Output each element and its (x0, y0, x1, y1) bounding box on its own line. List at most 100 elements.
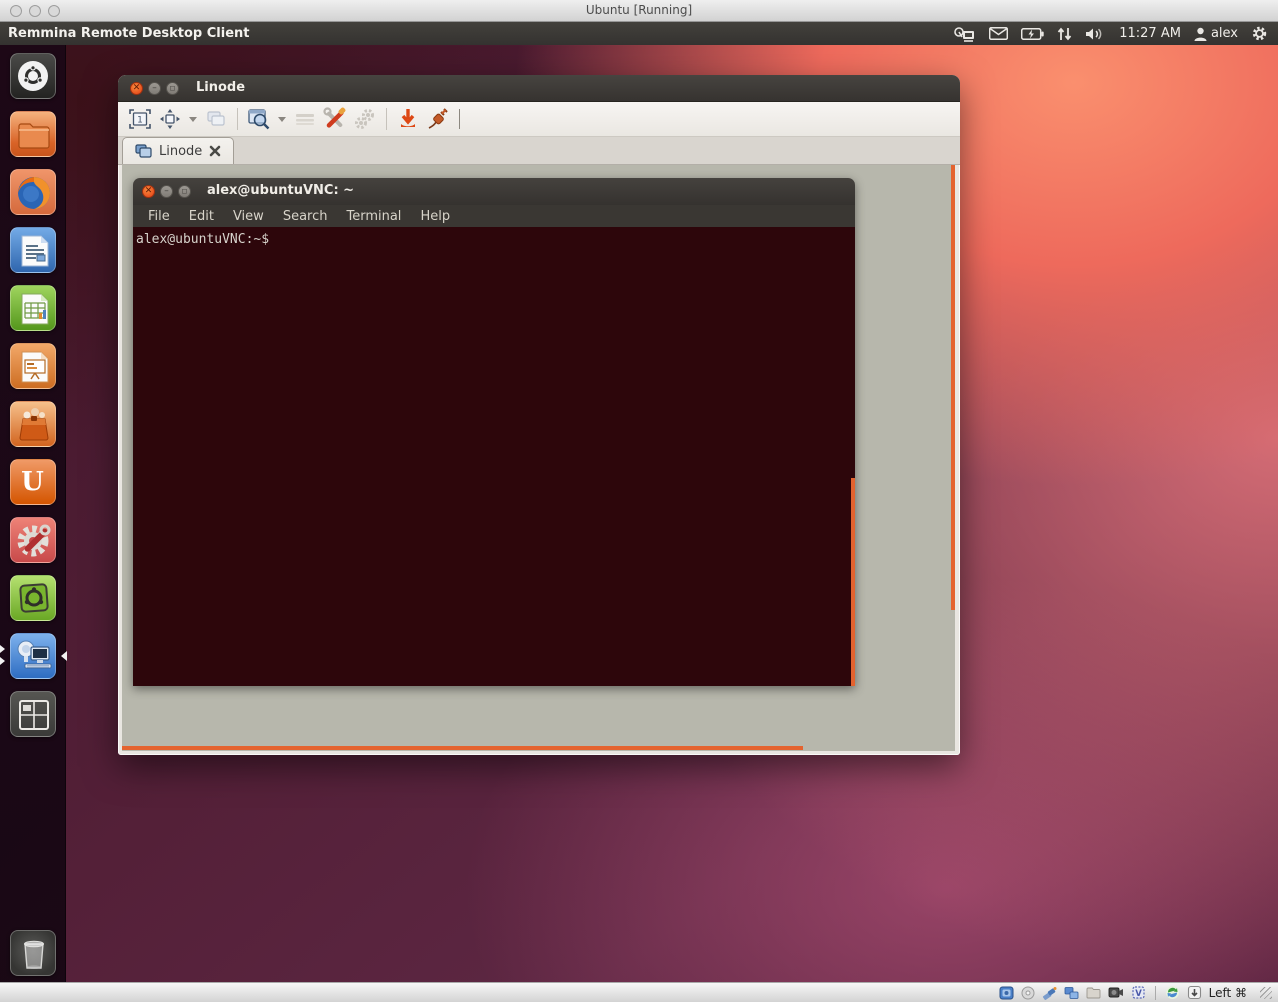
remmina-icon (11, 634, 57, 680)
tab-linode[interactable]: Linode (122, 137, 234, 164)
vbox-statusbar: V Left ⌘ (0, 982, 1278, 1002)
volume-indicator-icon[interactable] (1085, 27, 1106, 41)
terminal-overlay-scrollbar[interactable] (851, 478, 855, 686)
menu-search[interactable]: Search (274, 209, 337, 224)
statusbar-separator (1155, 986, 1156, 1000)
mouse-integration-icon[interactable] (1165, 985, 1180, 1000)
svg-text:V: V (1135, 989, 1142, 999)
terminal-content[interactable]: alex@ubuntuVNC:~$ (133, 227, 855, 686)
unity-launcher: U (0, 45, 66, 982)
sync-arrows-indicator-icon[interactable] (1057, 27, 1072, 41)
ubuntu-one-letter: U (21, 467, 44, 497)
battery-indicator-icon[interactable] (1021, 28, 1044, 40)
launcher-item-system-settings[interactable] (10, 517, 56, 563)
toolbar-end-separator (459, 109, 460, 129)
focused-indicator-arrow (61, 651, 67, 661)
launcher-item-ubuntu-green-app[interactable] (10, 575, 56, 621)
writer-document-icon (11, 228, 57, 274)
host-key-state-icon[interactable] (1187, 985, 1202, 1000)
network-adapters-icon[interactable] (1064, 986, 1079, 1000)
grab-keyboard-icon[interactable] (292, 106, 318, 132)
menu-terminal[interactable]: Terminal (337, 209, 410, 224)
remmina-maximize-button[interactable]: ◻ (166, 82, 179, 95)
resize-grip[interactable] (1260, 987, 1272, 999)
terminal-prompt: alex@ubuntuVNC:~$ (136, 232, 269, 247)
menu-edit[interactable]: Edit (180, 209, 223, 224)
shopping-bag-icon (11, 402, 57, 448)
switch-pages-icon[interactable] (203, 106, 229, 132)
terminal-close-button[interactable]: ✕ (142, 185, 155, 198)
remmina-close-button[interactable]: ✕ (130, 82, 143, 95)
launcher-item-dash-home[interactable] (10, 53, 56, 99)
terminal-title: alex@ubuntuVNC: ~ (207, 178, 354, 204)
green-ubuntu-icon (11, 576, 57, 622)
app-title: Remmina Remote Desktop Client (8, 26, 250, 41)
launcher-item-software-center[interactable] (10, 401, 56, 447)
launcher-item-trash[interactable] (10, 930, 56, 976)
toolbar-separator (237, 108, 238, 130)
menu-file[interactable]: File (139, 209, 179, 224)
folder-icon (11, 112, 57, 158)
vnc-viewport[interactable]: ✕ – ◻ alex@ubuntuVNC: ~ File Edit View S… (122, 165, 955, 751)
terminal-minimize-button[interactable]: – (160, 185, 173, 198)
mail-indicator-icon[interactable] (989, 27, 1008, 40)
viewport-vertical-scrollbar[interactable] (951, 165, 955, 610)
terminal-menubar: File Edit View Search Terminal Help (133, 205, 855, 227)
user-icon (1194, 27, 1207, 41)
username: alex (1211, 26, 1238, 41)
viewport-horizontal-scrollbar[interactable] (122, 746, 803, 750)
display-icon[interactable] (1108, 986, 1124, 999)
running-indicator-arrow (0, 645, 5, 653)
workspace-grid-icon (11, 692, 57, 738)
fit-window-menu-caret[interactable] (189, 117, 197, 122)
running-indicator-arrow (0, 657, 5, 665)
hard-disks-icon[interactable] (999, 986, 1014, 1000)
fit-window-icon[interactable] (157, 106, 183, 132)
indicator-area: 11:27 AM alex (954, 25, 1278, 42)
session-gear-icon[interactable] (1251, 25, 1268, 42)
impress-presentation-icon (11, 344, 57, 390)
scaled-mode-menu-caret[interactable] (278, 117, 286, 122)
clock[interactable]: 11:27 AM (1119, 26, 1181, 41)
terminal-titlebar[interactable]: ✕ – ◻ alex@ubuntuVNC: ~ (133, 178, 855, 205)
remmina-tabbar: Linode (118, 137, 960, 165)
preferences-icon[interactable] (352, 106, 378, 132)
minimize-connection-icon[interactable] (395, 106, 421, 132)
global-menubar: Remmina Remote Desktop Client 11:27 AM a… (0, 22, 1278, 45)
fullscreen-icon[interactable]: 1 (127, 106, 153, 132)
terminal-maximize-button[interactable]: ◻ (178, 185, 191, 198)
disconnect-icon[interactable] (425, 106, 451, 132)
launcher-item-remmina-wrap (10, 633, 56, 679)
remmina-toolbar: 1 (118, 102, 960, 137)
calc-spreadsheet-icon (11, 286, 57, 332)
launcher-item-libreoffice-impress[interactable] (10, 343, 56, 389)
firefox-icon (11, 170, 57, 216)
menu-view[interactable]: View (224, 209, 273, 224)
menu-help[interactable]: Help (411, 209, 459, 224)
launcher-item-firefox[interactable] (10, 169, 56, 215)
trash-can-icon (11, 931, 57, 977)
user-menu[interactable]: alex (1194, 26, 1238, 41)
svg-text:1: 1 (137, 116, 143, 126)
remote-desktop-indicator-icon[interactable] (954, 26, 976, 42)
vm-titlebar[interactable]: Ubuntu [Running] (0, 0, 1278, 22)
launcher-item-ubuntu-one[interactable]: U (10, 459, 56, 505)
scaled-mode-icon[interactable] (246, 106, 272, 132)
host-key-label: Left ⌘ (1209, 986, 1247, 1000)
launcher-item-files[interactable] (10, 111, 56, 157)
toolbar-separator (386, 108, 387, 130)
shared-folders-icon[interactable] (1086, 986, 1101, 999)
virtualization-chip-icon[interactable]: V (1131, 985, 1146, 1000)
launcher-item-workspace-switcher[interactable] (10, 691, 56, 737)
remmina-titlebar[interactable]: ✕ – ◻ Linode (118, 75, 960, 102)
usb-devices-icon[interactable] (1042, 986, 1057, 1000)
tab-close-icon[interactable] (209, 145, 221, 157)
gear-wrench-icon (11, 518, 57, 564)
tools-icon[interactable] (322, 106, 348, 132)
remmina-minimize-button[interactable]: – (148, 82, 161, 95)
launcher-item-remmina[interactable] (10, 633, 56, 679)
launcher-item-libreoffice-writer[interactable] (10, 227, 56, 273)
optical-drives-icon[interactable] (1021, 986, 1035, 1000)
launcher-item-libreoffice-calc[interactable] (10, 285, 56, 331)
remmina-window-title: Linode (196, 75, 245, 101)
